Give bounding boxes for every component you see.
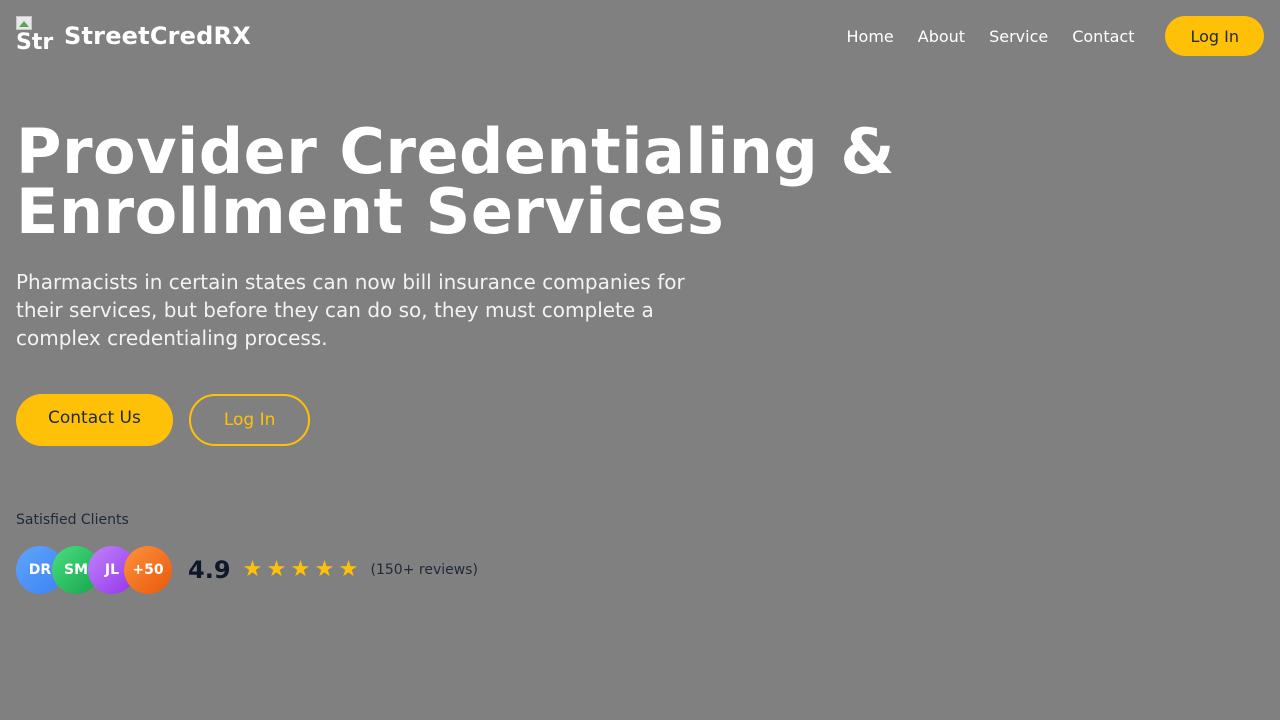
star-icon: ★ <box>290 557 311 582</box>
star-icon: ★ <box>266 557 287 582</box>
hero-login-button[interactable]: Log In <box>188 394 311 446</box>
main-nav: Home About Service Contact Log In <box>847 16 1264 56</box>
star-icon: ★ <box>338 557 359 582</box>
nav-link-contact[interactable]: Contact <box>1072 27 1134 46</box>
cta-row: Contact Us Log In <box>16 394 311 446</box>
nav-link-service[interactable]: Service <box>989 27 1048 46</box>
nav-link-home[interactable]: Home <box>847 27 894 46</box>
review-count: (150+ reviews) <box>370 562 478 578</box>
hero-title: Provider Credentialing & Enrollment Serv… <box>16 121 916 243</box>
hero-subtitle: Pharmacists in certain states can now bi… <box>16 270 685 350</box>
social-proof: Satisfied Clients DR SM JL +50 4.9 ★ ★ ★ ★ ★ (1… <box>16 512 478 594</box>
header-login-button[interactable]: Log In <box>1165 16 1264 56</box>
logo-alt-text: Str <box>16 30 54 55</box>
brand[interactable]: Str StreetCredRX <box>16 16 251 56</box>
nav-link-about[interactable]: About <box>918 27 965 46</box>
avatar-group: DR SM JL +50 <box>16 546 172 594</box>
satisfied-clients-label: Satisfied Clients <box>16 512 129 528</box>
proof-row: DR SM JL +50 4.9 ★ ★ ★ ★ ★ (150+ reviews) <box>16 546 478 594</box>
client-avatar: +50 <box>124 546 172 594</box>
hero-section: Provider Credentialing & Enrollment Serv… <box>16 121 916 352</box>
star-icon: ★ <box>242 557 263 582</box>
logo-image-broken: Str <box>16 16 56 56</box>
star-rating: ★ ★ ★ ★ ★ <box>241 559 361 581</box>
contact-us-button[interactable]: Contact Us <box>16 394 173 446</box>
site-header: Str StreetCredRX Home About Service Cont… <box>16 16 1264 56</box>
landing-page: Str StreetCredRX Home About Service Cont… <box>0 0 1280 720</box>
rating-value: 4.9 <box>188 556 231 584</box>
brand-name: StreetCredRX <box>64 22 251 50</box>
broken-image-icon <box>16 16 32 30</box>
hero-title-line2: Enrollment Services <box>16 175 725 248</box>
star-icon: ★ <box>314 557 335 582</box>
